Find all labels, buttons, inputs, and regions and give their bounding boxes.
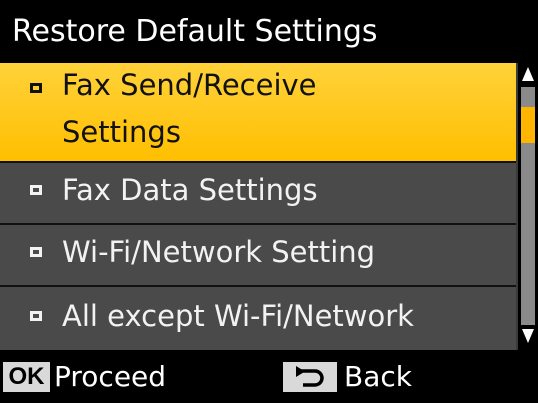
page-title: Restore Default Settings bbox=[12, 14, 378, 49]
back-label: Back bbox=[344, 360, 412, 393]
back-key-badge[interactable] bbox=[283, 362, 337, 392]
triangle-up-icon bbox=[522, 67, 534, 81]
square-bullet-icon bbox=[30, 83, 42, 93]
menu-item-wifi-network-setting[interactable]: Wi-Fi/Network Setting bbox=[0, 225, 516, 285]
scroll-thumb[interactable] bbox=[521, 107, 535, 143]
triangle-down-icon bbox=[522, 329, 534, 343]
square-bullet-icon bbox=[30, 247, 42, 257]
menu-item-all-except-wifi-network[interactable]: All except Wi-Fi/Network bbox=[0, 287, 516, 350]
proceed-label: Proceed bbox=[54, 360, 167, 393]
menu-item-fax-send-receive-settings[interactable]: Fax Send/Receive Settings bbox=[0, 63, 516, 161]
title-bar: Restore Default Settings bbox=[0, 0, 538, 63]
printer-lcd-screen: Restore Default Settings Fax Send/Receiv… bbox=[0, 0, 538, 403]
scrollbar[interactable] bbox=[518, 63, 538, 350]
ok-key-badge[interactable]: OK bbox=[3, 362, 50, 392]
square-bullet-icon bbox=[30, 311, 42, 321]
menu-item-label: Wi-Fi/Network Setting bbox=[62, 235, 376, 269]
button-hint-bar: OK Proceed Back bbox=[0, 350, 538, 403]
menu-item-label-continued: Settings bbox=[62, 115, 181, 149]
square-bullet-icon bbox=[30, 185, 42, 195]
menu-item-label: All except Wi-Fi/Network bbox=[62, 299, 414, 333]
return-arrow-icon bbox=[296, 366, 324, 387]
settings-menu-list: Fax Send/Receive Settings Fax Data Setti… bbox=[0, 63, 538, 350]
menu-item-fax-data-settings[interactable]: Fax Data Settings bbox=[0, 163, 516, 223]
menu-item-label: Fax Data Settings bbox=[62, 173, 318, 207]
menu-item-label: Fax Send/Receive bbox=[62, 68, 317, 102]
